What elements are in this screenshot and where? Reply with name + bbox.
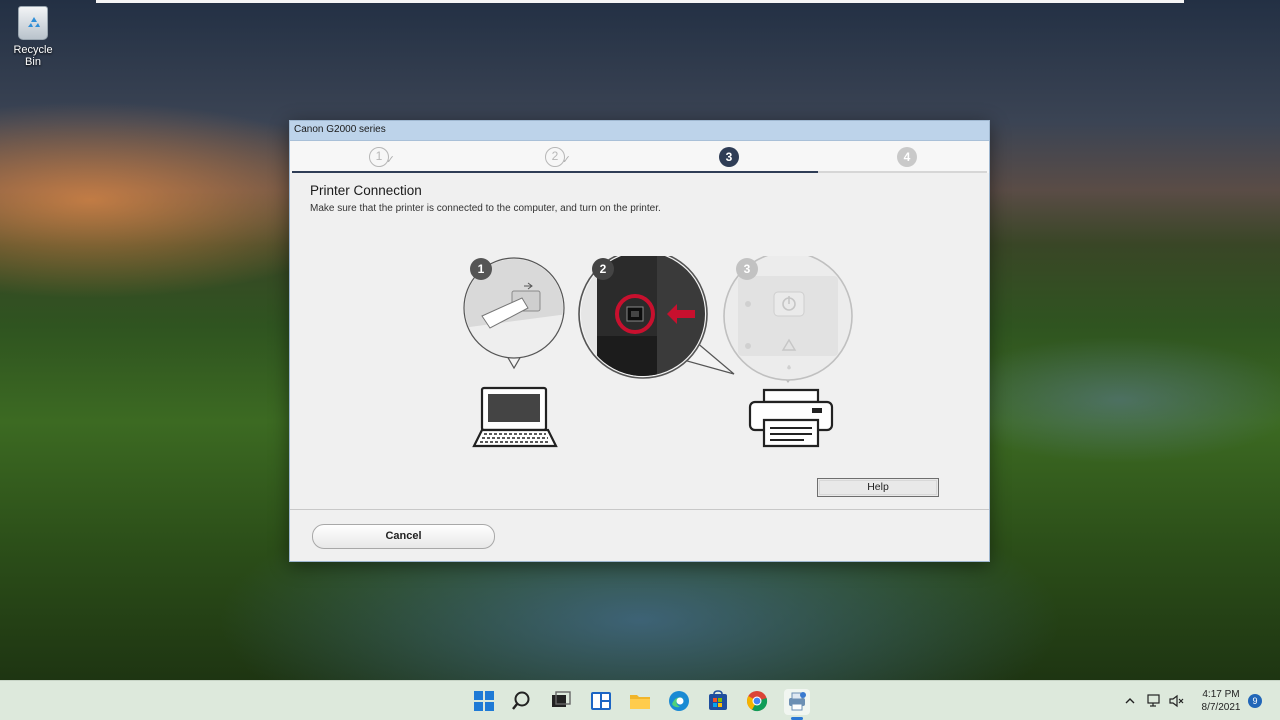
step-2-completed: 2 ✓	[545, 147, 571, 167]
chrome-icon[interactable]	[746, 690, 768, 712]
laptop-icon	[472, 386, 558, 448]
canon-setup-dialog: Canon G2000 series 1 ✓ 2 ✓ 3 4 Printer C…	[289, 120, 990, 562]
step-3-current: 3	[719, 147, 739, 167]
step-2-number: 2	[551, 149, 559, 163]
dialog-divider	[290, 509, 989, 510]
step-indicator: 1 ✓ 2 ✓ 3 4	[290, 141, 989, 173]
file-explorer-icon[interactable]	[629, 690, 651, 712]
chevron-up-icon[interactable]	[1124, 695, 1136, 707]
store-icon[interactable]	[707, 690, 729, 712]
checkmark-icon: ✓	[561, 154, 571, 166]
step-4-upcoming: 4	[897, 147, 917, 167]
recycle-bin-icon	[18, 6, 48, 40]
search-icon[interactable]	[512, 690, 534, 712]
desktop-icon-recycle-bin[interactable]: Recycle Bin	[4, 6, 62, 68]
page-description: Make sure that the printer is connected …	[310, 203, 661, 214]
notification-badge[interactable]: 9	[1248, 694, 1262, 708]
task-view-icon[interactable]	[550, 690, 572, 712]
callout-badge-3: 3	[736, 258, 758, 280]
start-icon[interactable]	[473, 690, 495, 712]
clock-date: 8/7/2021	[1201, 702, 1241, 713]
step-1-number: 1	[375, 149, 383, 163]
background-window-edge	[96, 0, 1184, 3]
step-1-completed: 1 ✓	[369, 147, 395, 167]
printer-setup-icon[interactable]	[786, 690, 808, 712]
checkmark-icon: ✓	[385, 154, 395, 166]
dialog-title: Canon G2000 series	[290, 121, 989, 141]
callout-badge-1: 1	[470, 258, 492, 280]
step-progress-bar	[292, 171, 818, 173]
connection-illustration: 1 2 3	[450, 256, 870, 456]
volume-muted-icon[interactable]	[1168, 693, 1184, 709]
network-icon[interactable]	[1146, 693, 1162, 709]
printer-icon	[748, 388, 834, 448]
taskbar: 4:17 PM 8/7/2021 9	[0, 680, 1280, 720]
edge-icon[interactable]	[668, 690, 690, 712]
page-title: Printer Connection	[310, 183, 422, 198]
callout-badge-2: 2	[592, 258, 614, 280]
recycle-bin-label: Recycle Bin	[13, 44, 53, 68]
system-clock[interactable]: 4:17 PM 8/7/2021	[1196, 688, 1246, 714]
help-button[interactable]: Help	[817, 478, 939, 497]
clock-time: 4:17 PM	[1202, 689, 1240, 700]
widgets-icon[interactable]	[590, 690, 612, 712]
cancel-button[interactable]: Cancel	[312, 524, 495, 549]
